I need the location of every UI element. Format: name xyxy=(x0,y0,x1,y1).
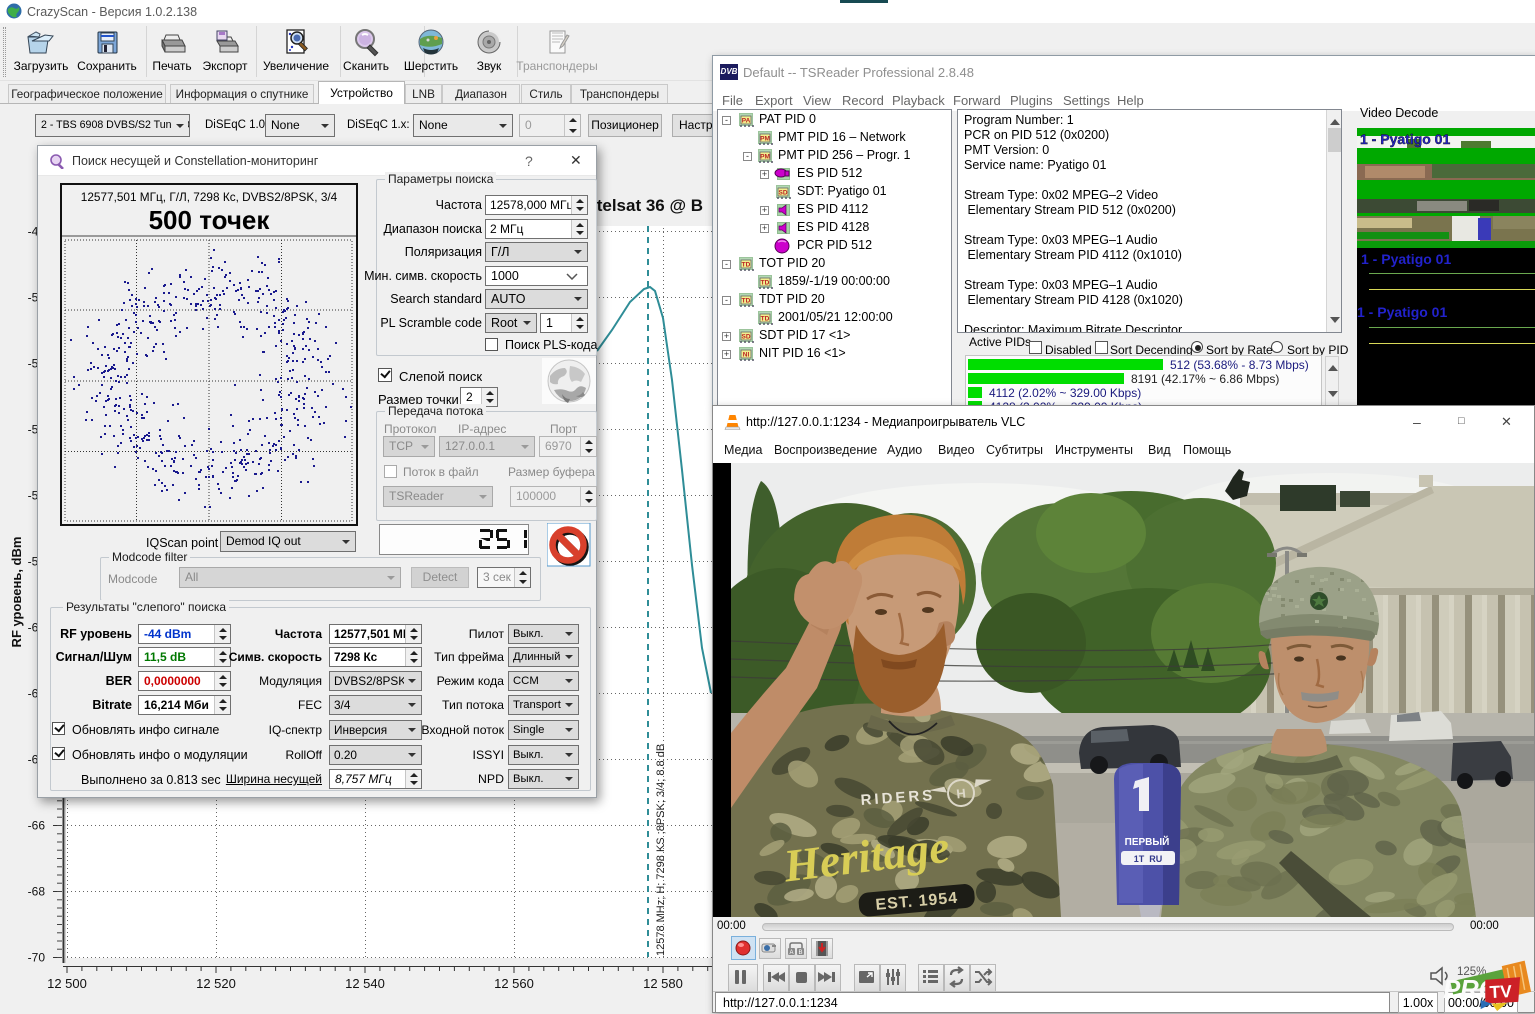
svg-text:SD: SD xyxy=(741,334,750,341)
svg-text:-70: -70 xyxy=(28,951,46,965)
svg-text:12 580: 12 580 xyxy=(643,976,683,991)
svg-text:PA: PA xyxy=(742,118,751,125)
svg-text:12 560: 12 560 xyxy=(494,976,534,991)
svg-text:12 520: 12 520 xyxy=(196,976,236,991)
svg-text:A: A xyxy=(789,950,793,956)
svg-text:ПЕРВЫЙ: ПЕРВЫЙ xyxy=(1125,835,1170,848)
svg-text:SD: SD xyxy=(778,190,787,197)
svg-text:H: H xyxy=(956,786,967,802)
svg-text:TD: TD xyxy=(761,280,770,287)
svg-text:-68: -68 xyxy=(28,885,46,899)
svg-text:NI: NI xyxy=(743,352,750,359)
svg-text:TV: TV xyxy=(1489,981,1513,1002)
svg-text:12578 MHz; H; 7298 KS ;8PSK; 3: 12578 MHz; H; 7298 KS ;8PSK; 3/4; 8.8 dB xyxy=(655,744,667,956)
svg-text:12 500: 12 500 xyxy=(47,976,87,991)
svg-text:1 - Pyatigo 01: 1 - Pyatigo 01 xyxy=(1360,131,1450,147)
svg-text:12 540: 12 540 xyxy=(345,976,385,991)
svg-text:TD: TD xyxy=(761,316,770,323)
svg-text:PM: PM xyxy=(760,136,770,143)
svg-text:TD: TD xyxy=(742,262,751,269)
svg-text:RF уровень, dBm: RF уровень, dBm xyxy=(9,537,24,648)
svg-text:PM: PM xyxy=(760,154,770,161)
svg-text:B: B xyxy=(798,950,802,956)
svg-text:-66: -66 xyxy=(28,819,46,833)
svg-text:TD: TD xyxy=(742,298,751,305)
svg-text:1T RU: 1T RU xyxy=(1134,854,1163,864)
